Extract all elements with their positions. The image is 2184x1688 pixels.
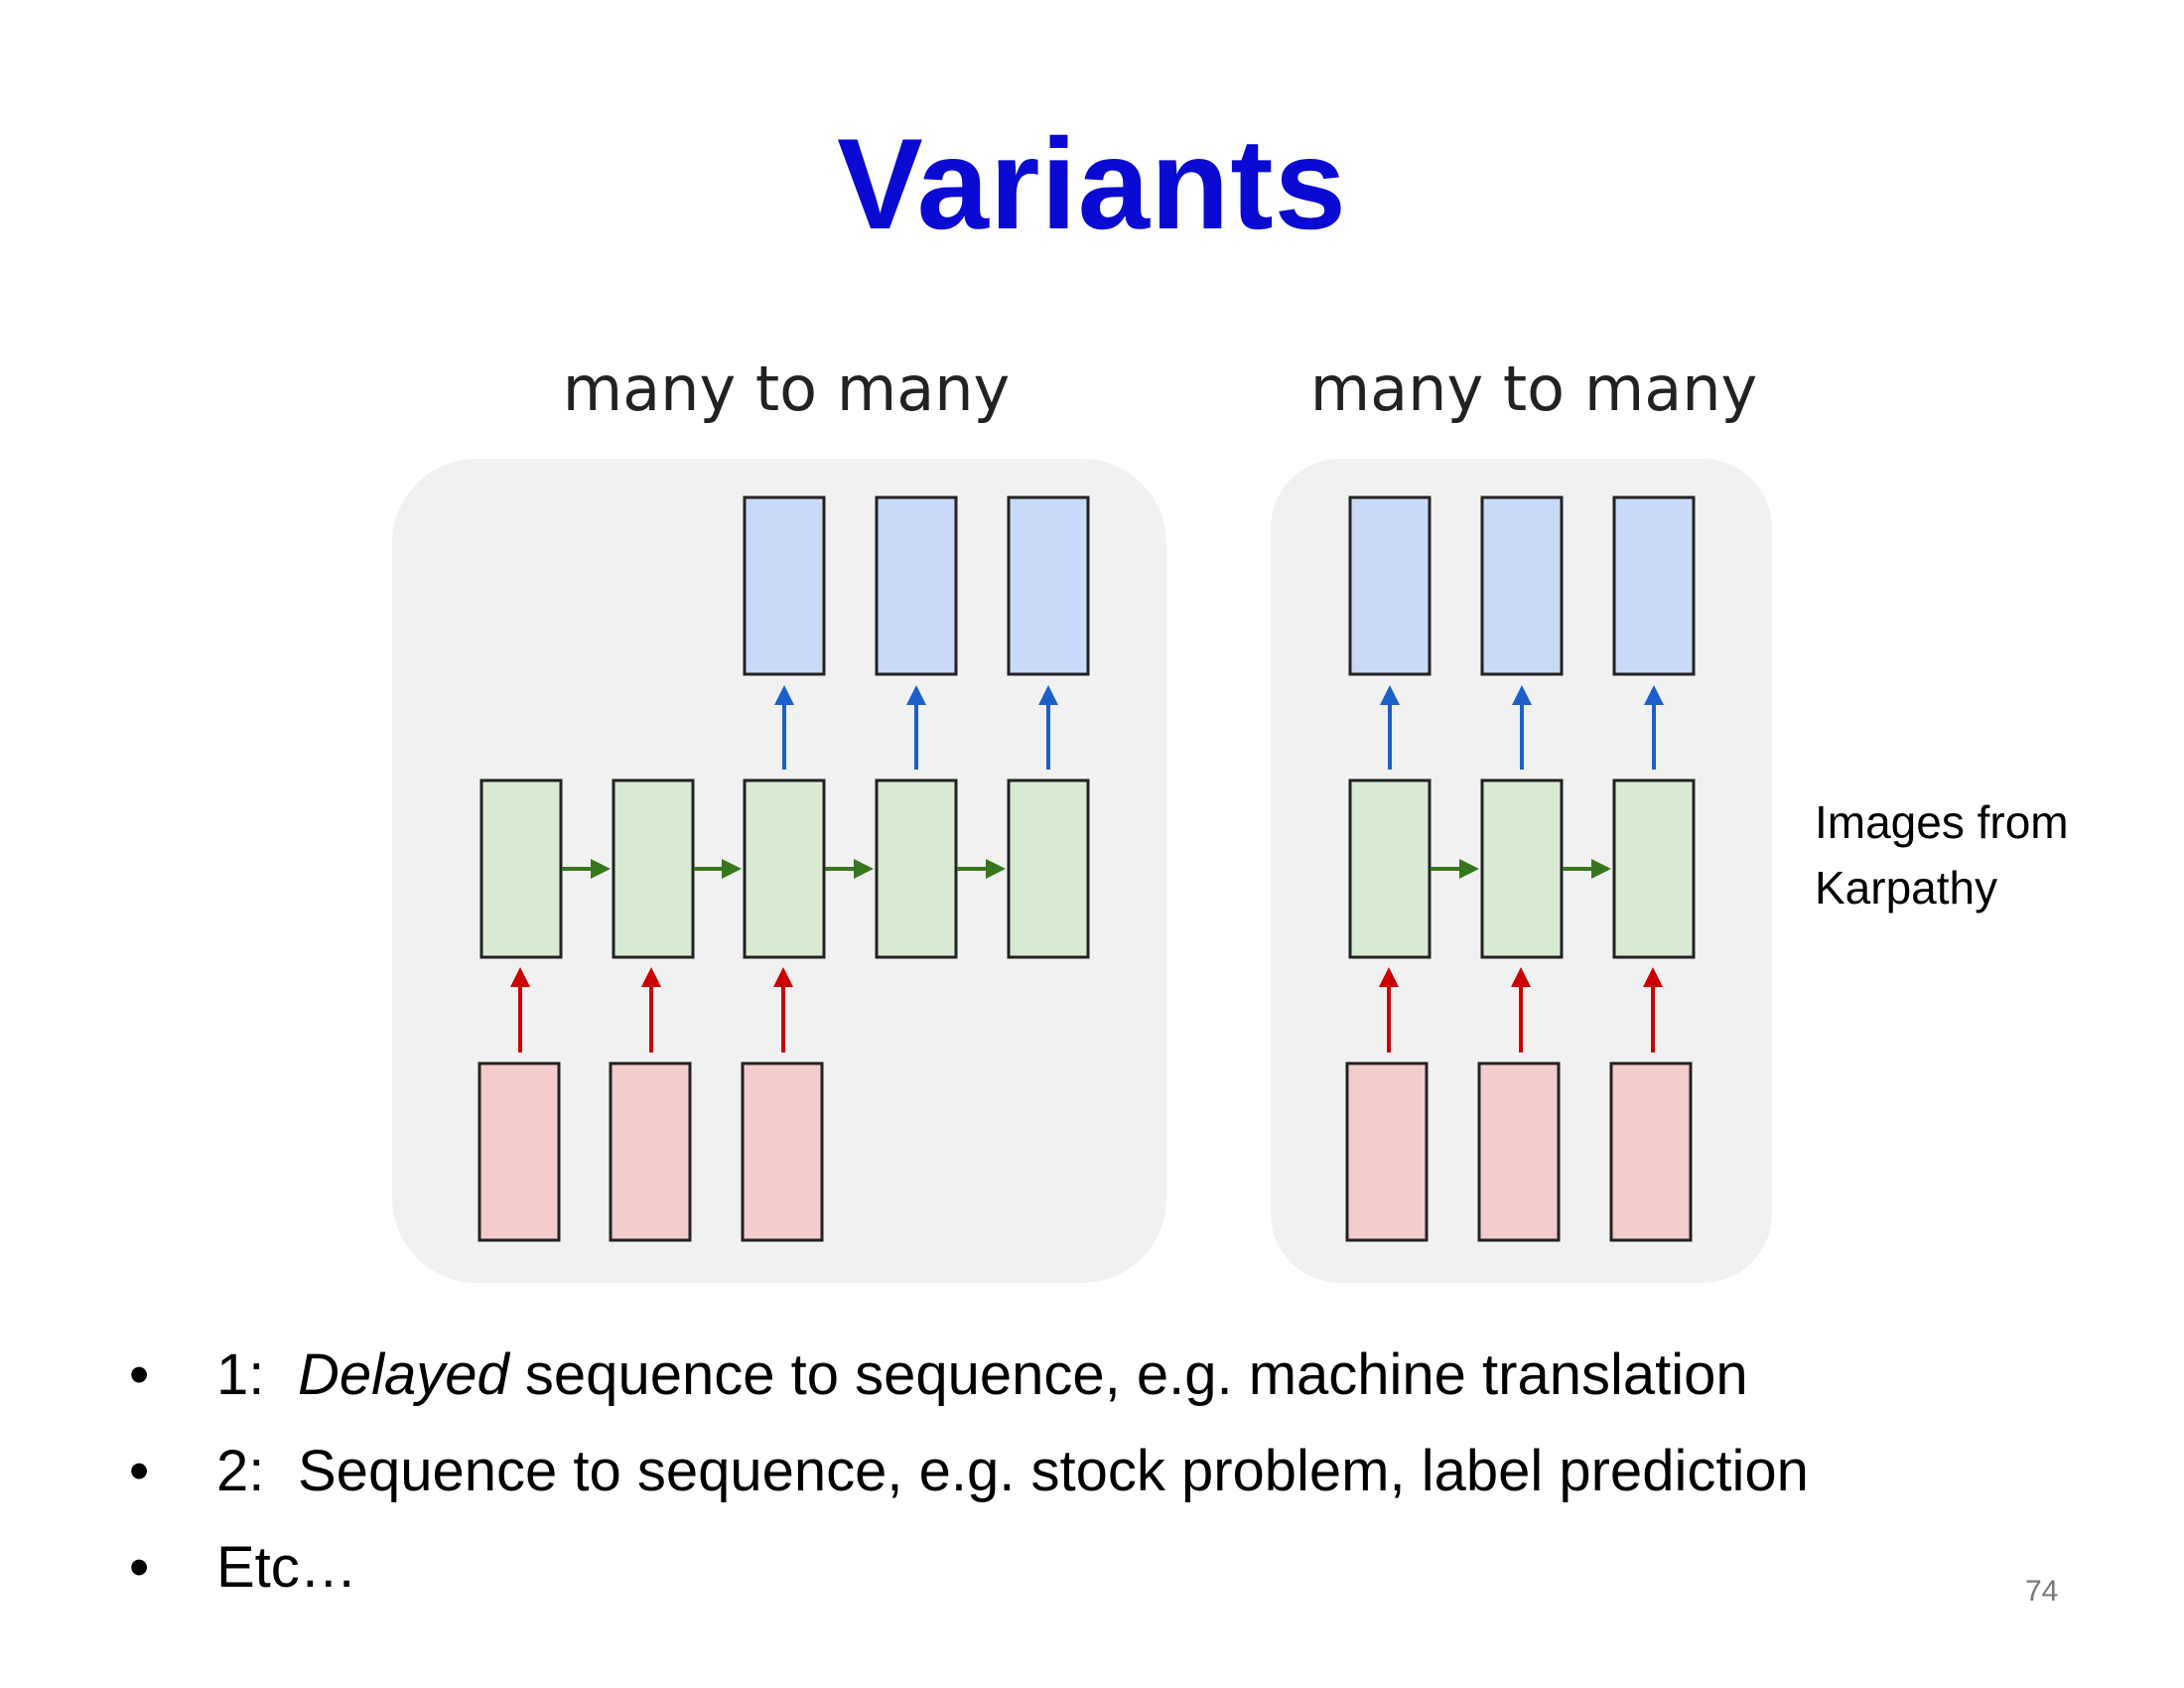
bullet-text: Delayed sequence to sequence, e.g. machi… [298, 1336, 1748, 1415]
bullet-emphasis: Delayed [298, 1342, 509, 1407]
d2-hidden-box [1348, 778, 1432, 959]
d1-output-box [1007, 495, 1090, 676]
d1-input-box [478, 1061, 561, 1242]
bullet-number: 1: [216, 1342, 265, 1407]
d1-input-box [609, 1061, 692, 1242]
bullet-dot: • [129, 1535, 150, 1600]
d1-hidden-box [743, 778, 826, 959]
d1-hidden-box [479, 778, 563, 959]
d2-hidden-box [1612, 778, 1696, 959]
d1-output-box [743, 495, 826, 676]
bullet-body: Etc… [216, 1535, 357, 1600]
image-credit-line: Images from [1815, 796, 2069, 848]
image-credit-line: Karpathy [1815, 862, 1998, 914]
page-number: 74 [2025, 1575, 2059, 1608]
bullet-dot: • [129, 1342, 150, 1407]
d1-output-box [875, 495, 958, 676]
d2-output-box [1480, 495, 1564, 676]
bullet-body: sequence to sequence, e.g. machine trans… [508, 1342, 1748, 1407]
d2-input-box [1609, 1061, 1693, 1242]
d2-input-box [1345, 1061, 1429, 1242]
d1-hidden-box [875, 778, 958, 959]
d1-input-box [741, 1061, 824, 1242]
image-credit: Images from Karpathy [1815, 789, 2069, 920]
d2-output-box [1612, 495, 1696, 676]
d2-input-box [1477, 1061, 1561, 1242]
d2-output-box [1348, 495, 1432, 676]
bullet-number: 2: [216, 1439, 265, 1503]
d1-hidden-box [612, 778, 695, 959]
bullet-dot: • [129, 1439, 150, 1503]
d2-hidden-box [1480, 778, 1564, 959]
bullet-body: Sequence to sequence, e.g. stock problem… [298, 1439, 1809, 1503]
d1-hidden-box [1007, 778, 1090, 959]
